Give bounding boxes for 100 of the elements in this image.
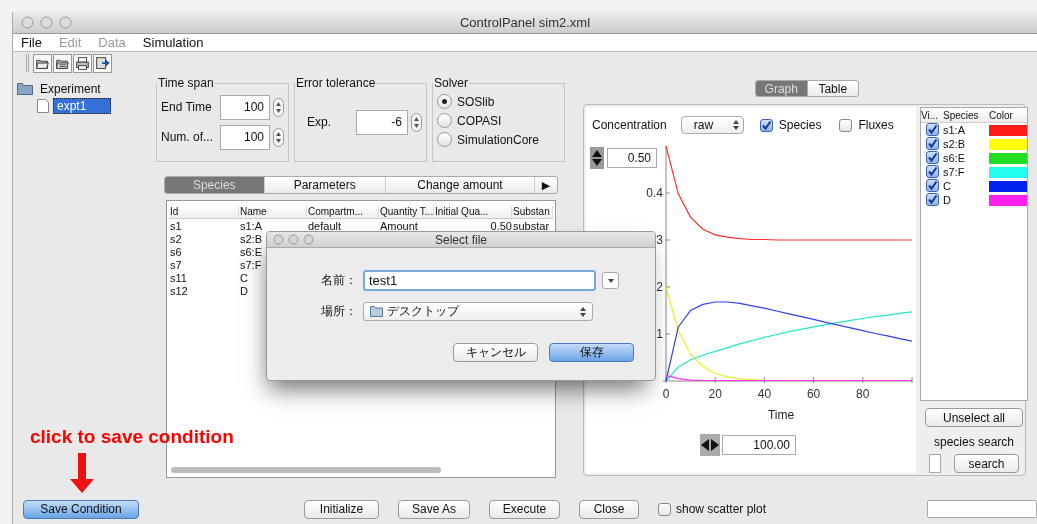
input-field[interactable]: 100 (220, 124, 270, 150)
input-field[interactable]: -6 (356, 109, 408, 135)
tick-label: 1 (656, 327, 663, 341)
checkbox[interactable] (926, 179, 939, 192)
table-cell: 0.50 (489, 219, 512, 232)
column-header[interactable]: Color (989, 110, 1027, 121)
checkbox[interactable] (926, 137, 939, 150)
column-header[interactable]: Id (169, 206, 239, 217)
column-header[interactable]: Quantity T... (379, 206, 434, 217)
action-button[interactable]: Close (579, 499, 639, 519)
input-field[interactable]: 0.50 (607, 148, 657, 168)
action-button[interactable]: Save As (398, 499, 470, 519)
scrollbar[interactable] (171, 467, 441, 473)
checkbox[interactable] (926, 193, 939, 206)
column-header[interactable]: Species (943, 110, 989, 121)
table-cell: substar (512, 219, 550, 232)
color-swatch[interactable] (989, 180, 1027, 192)
table-cell-text: s1:A (943, 124, 966, 136)
radio-button[interactable] (437, 113, 452, 128)
spinner-icon[interactable] (700, 434, 720, 456)
tab[interactable]: Change amount (385, 177, 536, 193)
menu-item[interactable]: File (21, 35, 51, 50)
table-cell: Amount (379, 219, 418, 232)
checkbox[interactable] (759, 118, 773, 132)
search-field[interactable] (929, 454, 941, 473)
checkbox[interactable] (926, 151, 939, 164)
field-label: Exp. (307, 115, 332, 129)
dialog-button[interactable]: 保存 (549, 343, 634, 362)
table-cell: s2:B (239, 232, 262, 245)
table-cell-text: s7:F (943, 166, 966, 178)
action-button[interactable]: Initialize (304, 499, 379, 519)
radio-button[interactable] (437, 94, 452, 109)
table-cell: s7:F (239, 258, 262, 271)
table-cell: D (239, 284, 248, 297)
checkbox[interactable] (658, 502, 671, 516)
column-header[interactable]: Initial Qua... (434, 206, 512, 217)
color-swatch[interactable] (989, 152, 1027, 164)
field-label: Num. of... (161, 130, 214, 144)
table-cell: s1 (169, 219, 182, 232)
color-swatch[interactable] (989, 166, 1027, 178)
tick-label: 2 (656, 280, 663, 294)
input-field[interactable]: 100 (220, 94, 270, 120)
radio-button[interactable] (437, 132, 452, 147)
tree-item[interactable]: expt1 (53, 97, 111, 114)
table-cell-text: C (943, 180, 952, 192)
table-cell: s11 (169, 271, 187, 284)
field-label: 名前： (320, 272, 357, 289)
search-button[interactable]: search (954, 454, 1019, 473)
table-cell: s6:E (239, 245, 262, 258)
tree-item[interactable]: Experiment (37, 81, 104, 96)
column-header[interactable]: Name (239, 206, 307, 217)
column-header[interactable]: Substan (512, 206, 553, 217)
table-cell: s6 (169, 245, 182, 258)
expand-button[interactable] (602, 272, 619, 289)
file-name-field[interactable]: test1 (363, 270, 596, 291)
tab-scroll-button[interactable]: ▶ (535, 177, 557, 193)
menu-item[interactable]: Simulation (142, 35, 213, 50)
dialog-title: Select file (435, 232, 487, 247)
group-title: Error tolerance (295, 76, 377, 90)
color-swatch[interactable] (989, 124, 1027, 136)
table-cell: s1:A (239, 219, 262, 232)
folder-icon[interactable] (17, 82, 33, 95)
table-cell: s12 (169, 284, 188, 297)
checkbox-label: Fluxes (858, 118, 894, 132)
checkbox[interactable] (839, 118, 853, 132)
window-title: ControlPanel sim2.xml (459, 15, 590, 30)
document-icon[interactable] (37, 98, 49, 113)
input-field[interactable]: 100.00 (722, 435, 796, 455)
input-field[interactable] (927, 500, 1037, 518)
spinner-icon[interactable] (411, 112, 422, 132)
column-header[interactable]: Vi... (921, 110, 943, 121)
folder-icon[interactable] (33, 53, 52, 73)
location-dropdown[interactable]: デスクトップ (363, 302, 593, 321)
spinner-icon[interactable] (273, 127, 284, 147)
action-button[interactable]: Save Condition (23, 499, 139, 519)
tab[interactable]: Parameters (264, 177, 386, 193)
checkbox[interactable] (926, 123, 939, 136)
tab[interactable]: Table (806, 81, 858, 96)
tick-label: 60 (806, 387, 821, 401)
table-cell: default (307, 219, 342, 232)
export-icon[interactable] (93, 53, 112, 73)
tick-label: 40 (757, 387, 772, 401)
dialog-button[interactable]: キャンセル (453, 343, 538, 362)
mode-dropdown[interactable]: raw (680, 116, 744, 134)
unselect-all-button[interactable]: Unselect all (925, 408, 1023, 427)
quantity-label: Concentration (592, 118, 667, 132)
folder-icon[interactable] (53, 53, 72, 73)
spinner-icon[interactable] (590, 147, 604, 169)
field-label: End Time (161, 100, 213, 114)
caret-icon (607, 278, 614, 283)
printer-icon[interactable] (73, 53, 92, 73)
action-button[interactable]: Execute (489, 499, 560, 519)
group-title: Time span (157, 76, 215, 90)
table-cell: s2 (169, 232, 182, 245)
spinner-icon[interactable] (273, 97, 284, 117)
color-swatch[interactable] (989, 194, 1027, 206)
column-header[interactable]: Compartm... (307, 206, 379, 217)
tick-label: 0 (662, 387, 670, 401)
color-swatch[interactable] (989, 138, 1027, 150)
checkbox[interactable] (926, 165, 939, 178)
